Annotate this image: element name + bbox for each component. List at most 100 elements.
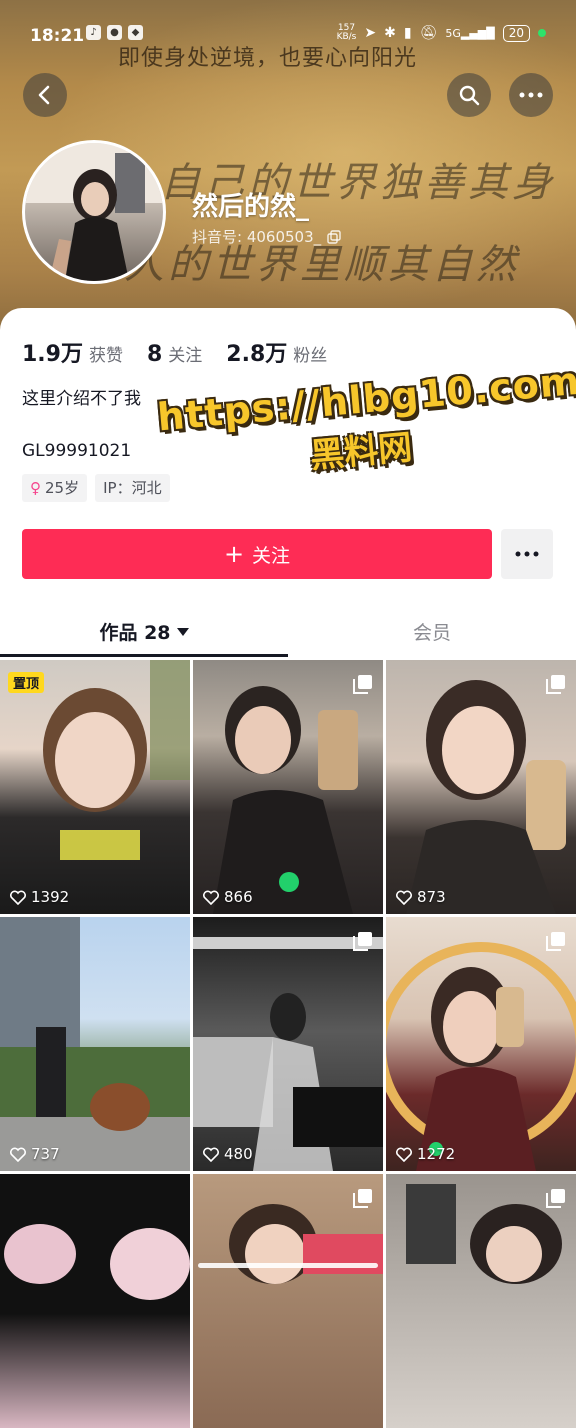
- tag-age-label: 25岁: [45, 479, 80, 497]
- tab-works[interactable]: 作品 28: [0, 618, 288, 645]
- mute-icon: 🔕︎: [419, 25, 438, 41]
- stat-following-count: 8: [146, 342, 163, 367]
- heart-icon: [203, 890, 219, 905]
- video-grid: 置顶 1392 866 873 737 480 1272: [0, 660, 576, 1428]
- video-likes: 866: [203, 888, 253, 906]
- signal-icon: 5G▂▄▆█: [445, 26, 495, 40]
- video-thumbnail[interactable]: [0, 1174, 190, 1428]
- tab-works-label: 作品 28: [99, 622, 171, 644]
- profile-bio: 这里介绍不了我: [22, 389, 141, 409]
- search-button[interactable]: [447, 73, 491, 117]
- avatar[interactable]: [22, 140, 166, 284]
- app-notification-icon: ●: [107, 25, 122, 40]
- stat-likes-label: 获赞: [88, 346, 123, 366]
- profile-tabs: 作品 28 会员: [0, 608, 576, 658]
- caret-down-icon: [176, 627, 189, 636]
- watermark-overlay: https://hlbg10.com 黑料网: [156, 359, 576, 515]
- video-likes: 480: [203, 1145, 253, 1163]
- more-dots-icon: [519, 92, 543, 98]
- video-thumbnail-art: [193, 937, 383, 1171]
- profile-code-line: GL99991021: [22, 441, 132, 461]
- video-likes-count: 1392: [31, 888, 70, 906]
- video-likes-count: 737: [31, 1145, 60, 1163]
- video-likes-count: 480: [224, 1145, 253, 1163]
- stat-likes[interactable]: 1.9万 获赞: [22, 336, 123, 368]
- avatar-photo: [25, 143, 163, 281]
- battery-icon: 20: [502, 24, 530, 42]
- video-thumbnail-art: [213, 686, 358, 914]
- heart-icon: [10, 890, 26, 905]
- video-thumbnail[interactable]: 480: [193, 917, 383, 1171]
- stat-followers-label: 粉丝: [293, 346, 328, 366]
- video-thumbnail-art: [0, 917, 190, 1171]
- tiktok-app-icon: ♪: [86, 25, 101, 40]
- douyin-id[interactable]: 抖音号: 4060503_: [192, 226, 341, 247]
- network-speed: 157 KB/s: [336, 23, 357, 42]
- video-likes: 873: [396, 888, 446, 906]
- more-actions-button[interactable]: [501, 529, 553, 579]
- female-icon: ♀: [30, 479, 41, 497]
- copy-icon[interactable]: [327, 229, 341, 244]
- tab-member[interactable]: 会员: [288, 618, 576, 645]
- multi-image-icon: [546, 1188, 566, 1212]
- back-button[interactable]: [23, 73, 67, 117]
- video-thumbnail-art: [406, 1184, 562, 1284]
- video-thumbnail[interactable]: [386, 1174, 576, 1428]
- video-thumbnail[interactable]: 置顶 1392: [0, 660, 190, 914]
- video-thumbnail-art: [43, 660, 190, 860]
- multi-image-icon: [353, 931, 373, 955]
- stat-likes-count: 1.9万: [22, 342, 83, 367]
- heart-icon: [396, 890, 412, 905]
- plus-icon: +: [223, 540, 245, 568]
- video-thumbnail[interactable]: [193, 1174, 383, 1428]
- notification-icons: ♪ ● ◆: [86, 25, 143, 40]
- active-tab-indicator: [0, 654, 288, 657]
- profile-stats: 1.9万 获赞 8 关注 2.8万 粉丝: [22, 336, 351, 368]
- pinned-badge: 置顶: [8, 672, 45, 693]
- multi-image-icon: [546, 674, 566, 698]
- more-dots-icon: [515, 551, 539, 557]
- more-options-button[interactable]: [509, 73, 553, 117]
- bluetooth-icon: ✱: [384, 25, 396, 41]
- video-thumbnail[interactable]: 1272: [386, 917, 576, 1171]
- heart-icon: [10, 1147, 26, 1162]
- video-likes-count: 873: [417, 888, 446, 906]
- stat-followers[interactable]: 2.8万 粉丝: [226, 336, 327, 368]
- video-thumbnail-art: [406, 680, 566, 914]
- video-likes: 1272: [396, 1145, 455, 1163]
- location-icon: ➤: [364, 25, 377, 41]
- video-thumbnail-art: [386, 942, 576, 1171]
- heart-icon: [203, 1147, 219, 1162]
- follow-button-label: 关注: [252, 544, 291, 567]
- douyin-id-text: 抖音号: 4060503_: [192, 228, 322, 246]
- video-thumbnail-art: [229, 1204, 383, 1284]
- video-likes: 1392: [10, 888, 69, 906]
- tag-age: ♀ 25岁: [22, 474, 88, 502]
- profile-nickname: 然后的然_: [192, 192, 310, 222]
- status-time: 18:21: [30, 26, 85, 46]
- stat-following[interactable]: 8 关注: [147, 341, 202, 367]
- search-icon: [459, 85, 480, 106]
- video-likes-count: 1272: [417, 1145, 456, 1163]
- tag-ip: IP：河北: [95, 474, 170, 502]
- privacy-dot-icon: [538, 29, 546, 37]
- video-thumbnail[interactable]: 737: [0, 917, 190, 1171]
- home-indicator[interactable]: [198, 1263, 378, 1268]
- video-likes-count: 866: [224, 888, 253, 906]
- stat-followers-count: 2.8万: [226, 342, 288, 367]
- multi-image-icon: [353, 1188, 373, 1212]
- stat-following-label: 关注: [168, 346, 203, 366]
- profile-info-card: 1.9万 获赞 8 关注 2.8万 粉丝 这里介绍不了我 GL99991021 …: [0, 308, 576, 658]
- chevron-left-icon: [38, 85, 50, 105]
- vibrate-icon: ▮: [403, 25, 412, 41]
- app-notification-icon: ◆: [128, 25, 143, 40]
- multi-image-icon: [546, 931, 566, 955]
- video-thumbnail[interactable]: 866: [193, 660, 383, 914]
- follow-button[interactable]: + 关注: [22, 529, 492, 579]
- video-likes: 737: [10, 1145, 60, 1163]
- status-bar: 18:21 ♪ ● ◆ 157 KB/s ➤ ✱ ▮ 🔕︎ 5G▂▄▆█ 20: [0, 0, 576, 72]
- profile-tags: ♀ 25岁 IP：河北: [22, 474, 170, 502]
- video-thumbnail[interactable]: 873: [386, 660, 576, 914]
- multi-image-icon: [353, 674, 373, 698]
- video-thumbnail-art: [4, 1224, 190, 1300]
